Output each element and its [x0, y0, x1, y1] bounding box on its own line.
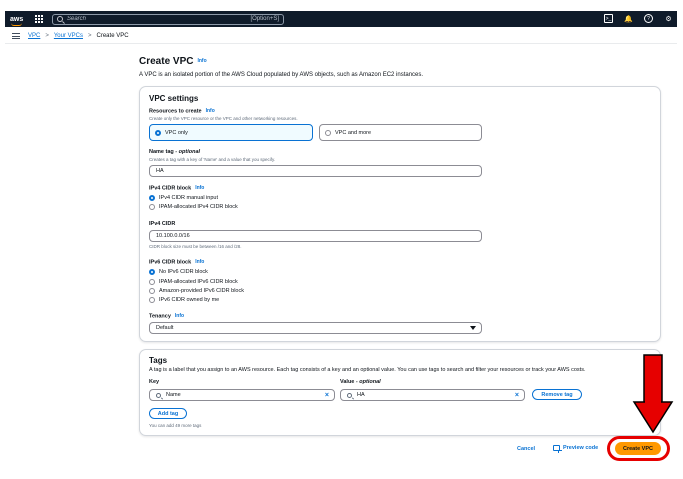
- page-description: A VPC is an isolated portion of the AWS …: [139, 72, 424, 78]
- name-tag-label: Name tag - optional: [149, 149, 200, 155]
- radio-icon: [149, 297, 155, 303]
- radio-icon: [149, 288, 155, 294]
- page-title: Create VPC Info: [139, 56, 207, 67]
- tile-label: VPC and more: [335, 129, 372, 136]
- services-grid-icon[interactable]: [35, 14, 44, 24]
- search-bar[interactable]: [Option+S]: [52, 13, 284, 25]
- preview-code-label: Preview code: [563, 445, 599, 451]
- tags-heading: Tags: [149, 356, 168, 365]
- value-label: Value - optional: [340, 379, 381, 385]
- clear-icon[interactable]: ×: [325, 392, 329, 399]
- ipv6-block-label-text: IPv6 CIDR block: [149, 259, 192, 266]
- tile-label: VPC only: [165, 129, 188, 136]
- tenancy-select[interactable]: Default: [149, 322, 482, 334]
- radio-label: Amazon-provided IPv6 CIDR block: [159, 288, 244, 294]
- search-icon: [57, 16, 63, 22]
- tenancy-label-text: Tenancy: [149, 313, 171, 320]
- radio-icon: [149, 195, 155, 201]
- tags-panel: Tags A tag is a label that you assign to…: [139, 349, 661, 436]
- cancel-button[interactable]: Cancel: [517, 446, 535, 452]
- vpc-settings-panel: VPC settings Resources to create Info Cre…: [139, 86, 661, 342]
- radio-label: IPv6 CIDR owned by me: [159, 297, 220, 303]
- resources-label-text: Resources to create: [149, 108, 202, 115]
- name-tag-label-text: Name tag: [149, 149, 174, 155]
- key-label: Key: [149, 379, 160, 385]
- radio-label: No IPv6 CIDR block: [159, 269, 208, 275]
- search-icon: [156, 392, 161, 398]
- ipv4-cidr-label: IPv4 CIDR: [149, 221, 176, 227]
- breadcrumb-current: Create VPC: [96, 33, 129, 39]
- aws-logo[interactable]: aws: [10, 15, 28, 26]
- ipv4-block-label-text: IPv4 CIDR block: [149, 185, 192, 192]
- search-icon: [347, 392, 352, 398]
- name-tag-value: HA: [156, 168, 164, 174]
- radio-label: IPAM-allocated IPv6 CIDR block: [159, 279, 238, 285]
- info-link[interactable]: Info: [195, 259, 204, 265]
- vpc-settings-heading: VPC settings: [149, 94, 199, 103]
- search-shortcut: [Option+S]: [250, 16, 279, 22]
- radio-icon: [149, 204, 155, 210]
- radio-ipv6-ipam[interactable]: IPAM-allocated IPv6 CIDR block: [149, 279, 238, 285]
- highlight-circle: [607, 436, 670, 461]
- remove-tag-button[interactable]: Remove tag: [532, 389, 582, 400]
- tile-vpc-and-more[interactable]: VPC and more: [319, 124, 482, 141]
- preview-code-button[interactable]: Preview code: [553, 445, 599, 453]
- optional-text: - optional: [355, 379, 381, 385]
- radio-label: IPv4 CIDR manual input: [159, 195, 218, 201]
- search-input[interactable]: [67, 16, 251, 22]
- resources-description: Create only the VPC resource or the VPC …: [149, 116, 298, 121]
- add-tag-button[interactable]: Add tag: [149, 408, 187, 419]
- ipv4-cidr-value: 10.100.0.0/16: [156, 233, 190, 239]
- tag-value-value: HA: [357, 392, 365, 398]
- radio-no-ipv6[interactable]: No IPv6 CIDR block: [149, 269, 208, 275]
- optional-text: - optional: [175, 149, 201, 155]
- tenancy-value: Default: [156, 325, 174, 331]
- ipv6-block-label: IPv6 CIDR block Info: [149, 259, 204, 265]
- chevron-right-icon: >: [88, 33, 92, 39]
- top-navigation-bar: aws [Option+S] >_ 🔔 ? ⚙: [5, 11, 677, 27]
- breadcrumb-vpc[interactable]: VPC: [28, 33, 40, 39]
- radio-ipv4-ipam[interactable]: IPAM-allocated IPv4 CIDR block: [149, 204, 238, 210]
- name-tag-input[interactable]: HA: [149, 165, 482, 177]
- radio-icon: [155, 129, 161, 136]
- tag-value-input[interactable]: HA ×: [340, 389, 525, 401]
- ipv4-block-label: IPv4 CIDR block Info: [149, 185, 204, 191]
- menu-icon[interactable]: [12, 33, 20, 39]
- caret-down-icon: [470, 326, 476, 330]
- page-title-text: Create VPC: [139, 56, 194, 67]
- info-link[interactable]: Info: [175, 313, 184, 319]
- bell-icon[interactable]: 🔔: [624, 14, 633, 23]
- radio-icon: [149, 279, 155, 285]
- tags-description: A tag is a label that you assign to an A…: [149, 367, 586, 373]
- info-link[interactable]: Info: [197, 58, 206, 64]
- radio-icon: [325, 129, 331, 136]
- red-arrow-icon: [632, 354, 674, 434]
- radio-ipv4-manual[interactable]: IPv4 CIDR manual input: [149, 195, 218, 201]
- info-link[interactable]: Info: [195, 185, 204, 191]
- tag-key-value: Name: [166, 392, 181, 398]
- tags-limit-text: You can add 49 more tags: [149, 423, 202, 428]
- chevron-right-icon: >: [45, 33, 49, 39]
- external-link-icon: [553, 445, 562, 453]
- aws-logo-text: aws: [10, 15, 24, 23]
- cloudshell-icon[interactable]: >_: [604, 14, 613, 23]
- name-tag-description: Creates a tag with a key of 'Name' and a…: [149, 157, 276, 162]
- breadcrumb-your-vpcs[interactable]: Your VPCs: [54, 33, 83, 39]
- info-link[interactable]: Info: [206, 108, 215, 114]
- breadcrumb: VPC > Your VPCs > Create VPC: [5, 29, 677, 44]
- tile-vpc-only[interactable]: VPC only: [149, 124, 313, 141]
- tag-key-input[interactable]: Name ×: [149, 389, 335, 401]
- clear-icon[interactable]: ×: [515, 392, 519, 399]
- value-label-text: Value: [340, 379, 355, 385]
- radio-icon: [149, 269, 155, 275]
- ipv4-cidr-hint: CIDR block size must be between /16 and …: [149, 244, 242, 249]
- tenancy-label: Tenancy Info: [149, 313, 184, 319]
- radio-ipv6-owned[interactable]: IPv6 CIDR owned by me: [149, 297, 219, 303]
- ipv4-cidr-input[interactable]: 10.100.0.0/16: [149, 230, 482, 242]
- radio-label: IPAM-allocated IPv4 CIDR block: [159, 204, 238, 210]
- resources-label: Resources to create Info: [149, 108, 215, 114]
- radio-ipv6-amazon[interactable]: Amazon-provided IPv6 CIDR block: [149, 288, 244, 294]
- gear-icon[interactable]: ⚙: [664, 14, 673, 23]
- help-icon[interactable]: ?: [644, 14, 653, 23]
